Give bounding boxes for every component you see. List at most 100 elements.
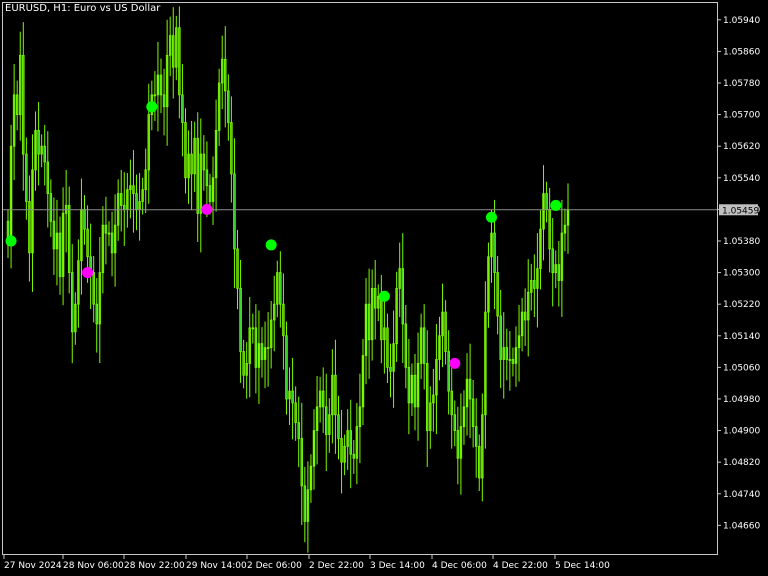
candle-body (545, 193, 548, 210)
candle-body (71, 272, 74, 333)
candle-body (233, 173, 236, 250)
candle-body (380, 295, 383, 341)
time-axis: 27 Nov 2024 28 Nov 06:00 28 Nov 22:00 29 No… (3, 555, 610, 571)
candle-body (389, 366, 392, 372)
y-tick-label: 1.05700 (723, 111, 760, 121)
candle-body (196, 137, 199, 214)
y-tick-label: 1.04900 (723, 427, 760, 437)
price-chart[interactable]: 1.05940 1.05860 1.05780 1.05700 1.05620 1.055… (0, 0, 768, 576)
chart-frame (2, 2, 718, 555)
candle-body (337, 414, 340, 439)
candle-body (159, 74, 163, 96)
candle-body (386, 327, 389, 368)
candle-body (181, 94, 184, 123)
candle-body (468, 378, 472, 400)
candle-body (422, 327, 426, 364)
candle-body (52, 220, 56, 250)
candle-body (471, 398, 475, 428)
candle-body (92, 272, 95, 305)
candle-body (478, 445, 481, 479)
candle-body (321, 390, 325, 408)
candle-body (285, 335, 288, 400)
candle-body (95, 303, 98, 325)
candle-body (325, 406, 328, 435)
price-axis: 1.05940 1.05860 1.05780 1.05700 1.05620 1.055… (717, 16, 760, 531)
candle-body (49, 193, 53, 222)
candle-body (340, 438, 343, 463)
candle-body (401, 268, 404, 325)
candle-body (373, 287, 377, 309)
y-tick-label: 1.04740 (723, 490, 760, 500)
candle-body (557, 264, 561, 281)
candle-body (453, 414, 457, 431)
candle-body (297, 422, 300, 439)
candle-body (58, 232, 62, 277)
y-tick-label: 1.05220 (723, 300, 760, 310)
candle-body (230, 122, 233, 175)
candle-body (334, 374, 337, 416)
signal-dot-down (201, 203, 213, 215)
candle-body (404, 323, 408, 368)
candle-body (511, 359, 515, 364)
x-tick-label: 4 Dec 06:00 (432, 561, 487, 571)
candle-body (132, 185, 135, 194)
candle-series (6, 6, 570, 553)
candle-body (22, 54, 25, 155)
x-tick-label: 4 Dec 22:00 (493, 561, 548, 571)
candle-body (104, 224, 108, 234)
candle-body (239, 287, 242, 352)
candle-body (496, 272, 499, 317)
y-tick-label: 1.04980 (723, 395, 760, 405)
candle-body (551, 248, 554, 273)
current-price-label: 1.05459 (722, 206, 759, 216)
candle-body (260, 343, 264, 360)
candle-body (178, 27, 181, 96)
candle-body (493, 232, 496, 273)
candle-body (208, 185, 212, 202)
candle-body (25, 153, 28, 202)
candle-body (349, 430, 352, 455)
y-tick-label: 1.05780 (723, 79, 760, 89)
x-tick-label: 27 Nov 2024 (4, 561, 62, 571)
candle-body (67, 205, 71, 273)
candle-body (110, 232, 114, 254)
candle-body (474, 426, 478, 447)
y-tick-label: 1.05060 (723, 363, 760, 373)
candle-body (533, 280, 536, 289)
candle-body (123, 205, 126, 210)
signal-dot-up (550, 199, 562, 211)
candle-body (505, 347, 509, 360)
candle-body (279, 272, 282, 305)
y-tick-label: 1.04660 (723, 521, 760, 531)
candle-body (28, 201, 31, 254)
candle-body (242, 351, 245, 376)
candle-body (86, 228, 89, 258)
candle-body (202, 153, 206, 171)
signal-dot-up (378, 290, 390, 302)
x-tick-label: 2 Dec 06:00 (247, 561, 302, 571)
candle-body (303, 485, 307, 522)
signal-dot-up (265, 239, 277, 251)
signal-dot-up (5, 235, 17, 247)
candle-body (162, 94, 166, 108)
candle-body (205, 169, 209, 187)
candle-body (499, 315, 502, 360)
candle-body (450, 390, 453, 416)
candle-body (367, 303, 371, 341)
candle-body (352, 453, 356, 459)
candle-body (254, 327, 258, 368)
candle-body (43, 145, 46, 163)
x-tick-label: 28 Nov 06:00 (63, 561, 124, 571)
signal-dot-down (82, 267, 94, 279)
signal-dot-up (485, 211, 497, 223)
candle-body (190, 153, 193, 175)
candle-body (172, 35, 175, 68)
candle-body (224, 58, 227, 92)
candle-body (548, 208, 551, 250)
candle-body (444, 311, 447, 352)
candle-body (291, 390, 294, 404)
y-tick-label: 1.05860 (723, 47, 760, 57)
candle-body (523, 311, 527, 321)
candle-body (37, 129, 40, 155)
x-tick-label: 2 Dec 22:00 (309, 561, 364, 571)
